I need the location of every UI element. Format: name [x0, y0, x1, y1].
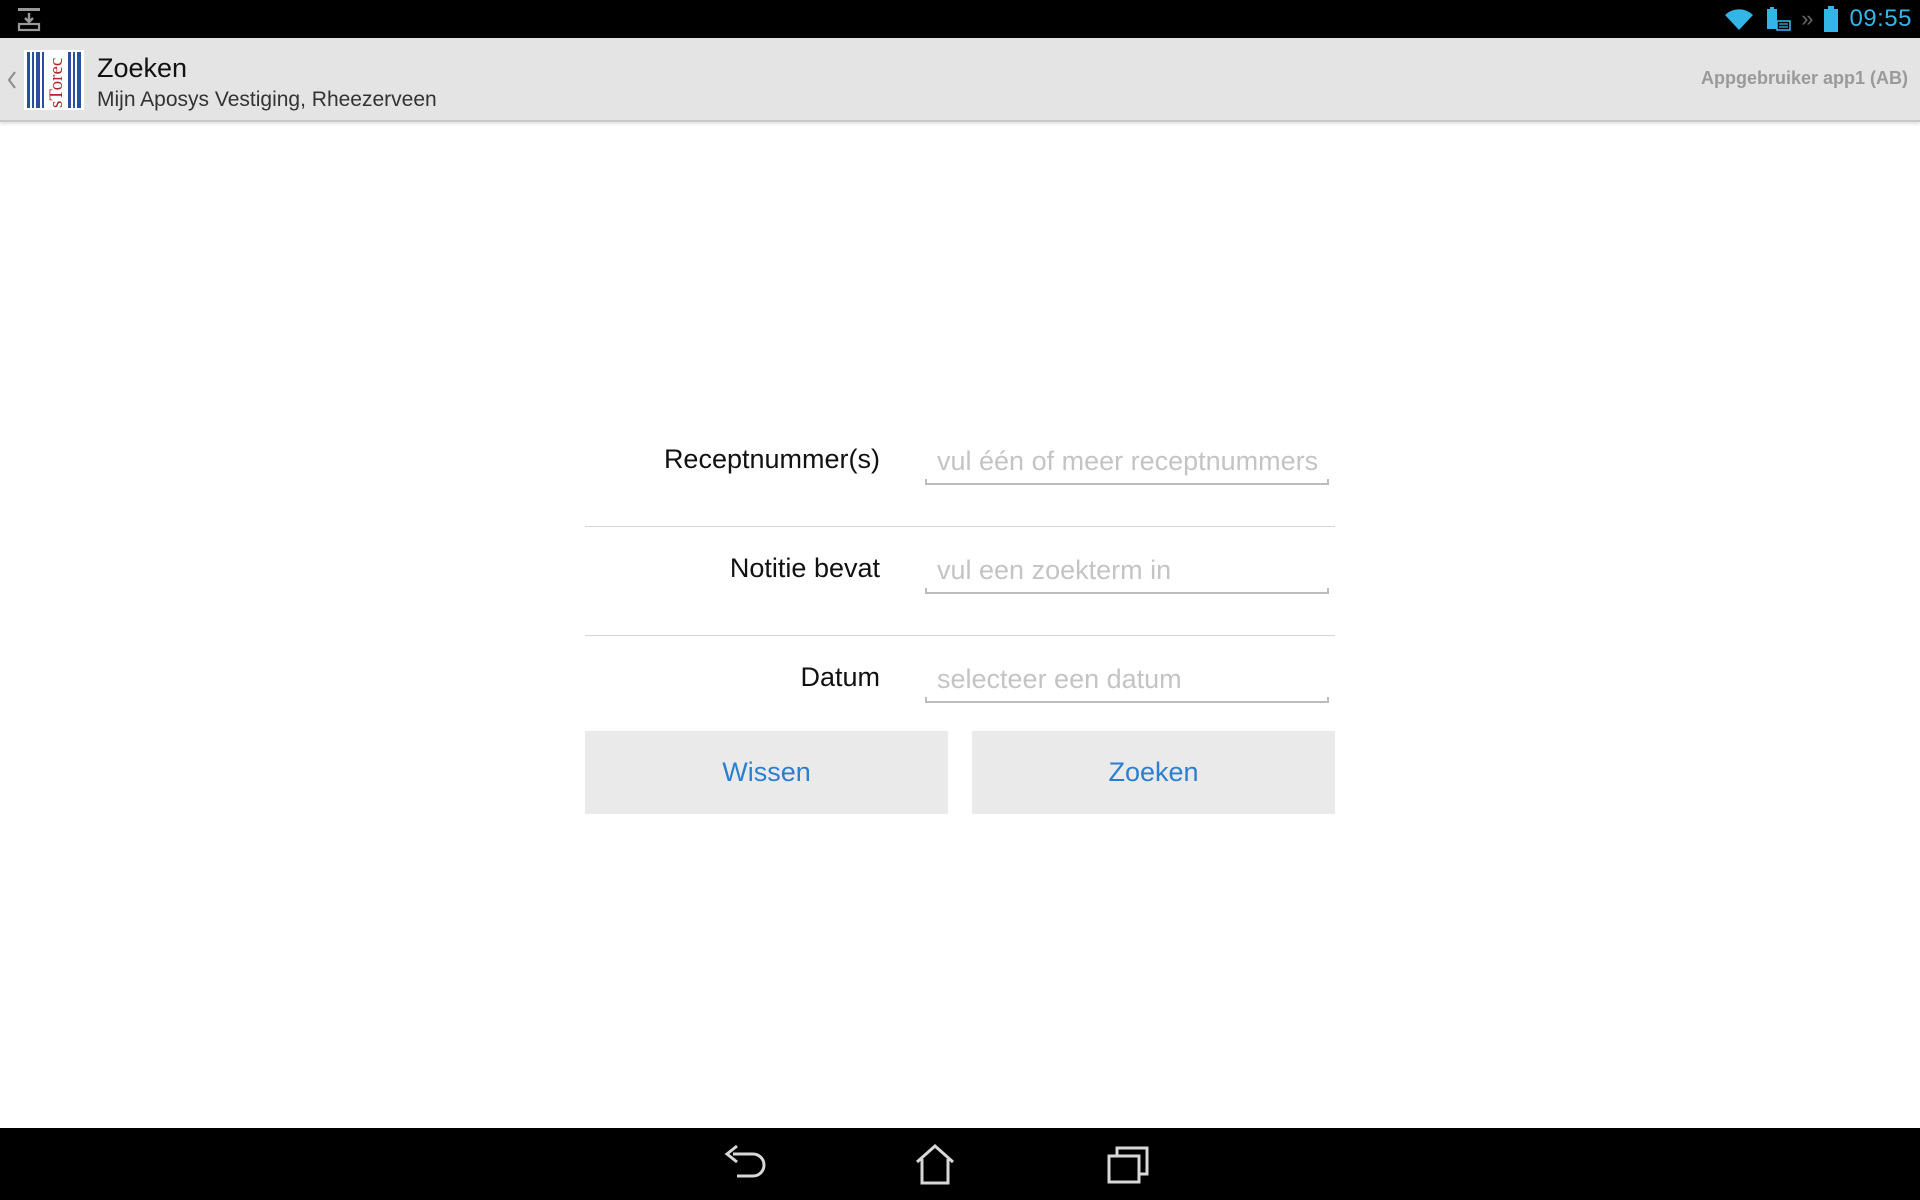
user-label: Appgebruiker app1 (AB) [1700, 68, 1908, 88]
chevron-left-icon[interactable] [4, 66, 18, 94]
input-underline-corner [925, 479, 927, 485]
form-buttons: Wissen Zoeken [585, 731, 1335, 814]
note-contains-row: Notitie bevat [585, 527, 1335, 636]
input-underline-corner [1327, 697, 1329, 703]
wifi-icon [1725, 9, 1754, 31]
navigation-bar [0, 1128, 1920, 1200]
input-underline-corner [925, 697, 927, 703]
back-icon[interactable] [721, 1142, 769, 1186]
note-contains-label: Notitie bevat [729, 553, 880, 583]
app-logo[interactable]: sTorec [24, 50, 84, 110]
recent-apps-icon[interactable] [1104, 1142, 1152, 1186]
note-contains-input[interactable] [925, 549, 1329, 594]
action-bar: sTorec Zoeken Mijn Aposys Vestiging, Rhe… [0, 38, 1920, 122]
input-underline-corner [925, 588, 927, 594]
keyboard-battery-icon [1767, 7, 1791, 31]
page-subtitle: Mijn Aposys Vestiging, Rheezerveen [97, 88, 437, 111]
input-underline-corner [1327, 588, 1329, 594]
status-icons: » 09:55 [1723, 0, 1912, 38]
battery-icon [1824, 6, 1839, 32]
input-underline-corner [1327, 479, 1329, 485]
date-label: Datum [800, 662, 880, 692]
svg-text:sTorec: sTorec [46, 58, 67, 108]
title-block: Zoeken Mijn Aposys Vestiging, Rheezervee… [97, 52, 437, 114]
prescription-number-input[interactable] [925, 440, 1329, 485]
home-icon[interactable] [911, 1142, 959, 1186]
prescription-number-label: Receptnummer(s) [663, 444, 880, 474]
fast-forward-icon: » [1801, 6, 1814, 31]
search-button[interactable]: Zoeken [972, 731, 1335, 814]
date-input[interactable] [925, 658, 1329, 703]
storec-logo-icon: sTorec [24, 50, 84, 110]
status-bar: » 09:55 [0, 0, 1920, 38]
status-time: 09:55 [1849, 5, 1912, 32]
prescription-number-row: Receptnummer(s) [585, 418, 1335, 527]
date-row: Datum [585, 636, 1335, 745]
clear-button[interactable]: Wissen [585, 731, 948, 814]
search-form: Receptnummer(s) Notitie bevat Datum Wiss… [585, 418, 1335, 814]
page-title: Zoeken [97, 53, 188, 83]
download-notification-icon[interactable] [16, 6, 42, 32]
